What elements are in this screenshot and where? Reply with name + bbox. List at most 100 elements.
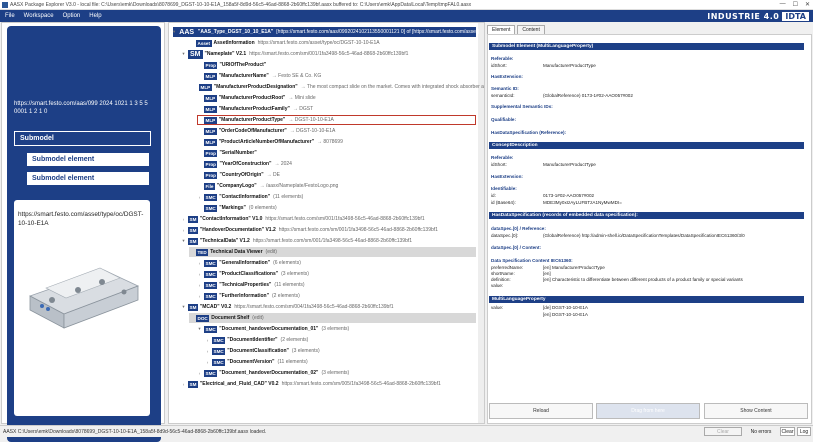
expand-toggle-icon[interactable]: › <box>205 338 210 343</box>
property-group: Data Specification Content IEC61360: <box>491 258 573 263</box>
menu-option[interactable]: Option <box>63 13 81 19</box>
property-value-field[interactable]: [en] DGST-10-10-E1A <box>543 312 588 317</box>
tree-row[interactable]: Prop "SerialNumber" <box>197 148 476 158</box>
element-value: → The most compact slide on the market. … <box>300 84 485 90</box>
tree-row[interactable]: › SMC "ContactInformation" (11 elements) <box>197 192 476 202</box>
tree-row[interactable]: › SMC "GeneralInformation" (6 elements) <box>197 258 476 268</box>
menu-help[interactable]: Help <box>89 13 101 19</box>
tree-row[interactable]: MLP "ProductArticleNumberOfManufacturer" →… <box>197 137 476 147</box>
tree-row[interactable]: Prop "CountryOfOrigin" → DE <box>197 170 476 180</box>
expand-toggle-icon[interactable]: › <box>205 360 210 365</box>
tree-row[interactable]: Prop "YearOfConstruction" → 2024 <box>197 159 476 169</box>
tree-row[interactable]: › SMC "FurtherInformation" (2 elements) <box>197 291 476 301</box>
tree-row[interactable]: MLP "OrderCodeOfManufacturer" → DGST-10-10… <box>197 126 476 136</box>
tree-row[interactable]: ▾ SM "TechnicalData" V1.2 https://smart.fes… <box>181 236 476 246</box>
element-name: "DocumentVersion" <box>227 359 275 365</box>
element-type-badge: Prop <box>204 61 218 69</box>
tree-row[interactable]: TED Technical Data Viewer (edit) <box>189 247 476 257</box>
property-value-field[interactable]: 0173-1#02-AAO057#002 <box>543 193 594 198</box>
element-value: (6 elements) <box>273 260 301 266</box>
element-name: "Markings" <box>219 205 246 211</box>
expand-toggle-icon[interactable]: › <box>181 228 186 233</box>
log-button[interactable]: Log <box>797 427 811 436</box>
property-value-field[interactable]: ManufacturerProductType <box>543 63 596 68</box>
property-group-label: Supplemental Semantic IDs: <box>491 104 553 109</box>
tree-row[interactable]: › SM "Electrical_and_Fluid_CAD" V0.2 https:… <box>181 379 476 389</box>
element-type-badge: MLP <box>204 72 217 80</box>
expand-toggle-icon[interactable]: › <box>197 371 202 376</box>
tree-row[interactable]: › SMC "ProductClassifications" (3 elements) <box>197 269 476 279</box>
tree-row[interactable]: › SMC "TechnicalProperties" (11 elements) <box>197 280 476 290</box>
tree-row[interactable]: DOC Document Shelf (edit) <box>189 313 476 323</box>
element-type-badge: SM <box>188 226 198 234</box>
window-title: AASX Package Explorer V3.0 - local file:… <box>10 2 472 8</box>
element-type-badge: SM <box>188 237 198 245</box>
tree-row[interactable]: › SMC "DocumentIdentifier" (2 elements) <box>205 335 476 345</box>
property-value-field[interactable]: ManufacturerProductType <box>543 162 596 167</box>
expand-toggle-icon[interactable]: ▾ <box>197 326 202 332</box>
tree-row[interactable]: SMC "Markings" (0 elements) <box>197 203 476 213</box>
tree-row[interactable]: MLP "ManufacturerProductType" → DGST-10-10… <box>197 115 476 125</box>
property-value-field[interactable]: [en] ManufacturerProductType <box>543 265 605 270</box>
property-group-label: Identifiable: <box>491 186 517 191</box>
property-key: idShort: <box>491 162 507 167</box>
element-name: Technical Data Viewer <box>210 249 263 255</box>
element-type-badge: File <box>204 182 215 190</box>
property-section-header: Submodel Element (MultiLanguageProperty) <box>489 43 804 50</box>
tree-row[interactable]: MLP "ManufacturerName" → Festo SE & Co. KG <box>197 71 476 81</box>
clear-messages-button[interactable]: Clear <box>704 427 742 436</box>
expand-toggle-icon[interactable]: ▾ <box>173 29 175 35</box>
tree-row[interactable]: Prop "URIOfTheProduct" <box>197 60 476 70</box>
property-group-label: dataSpec.[0] / Content: <box>491 245 542 250</box>
menu-workspace[interactable]: Workspace <box>24 13 54 19</box>
property-value-field[interactable]: (GlobalReference) http://admin-shell.io/… <box>543 233 745 238</box>
expand-toggle-icon[interactable]: › <box>197 261 202 266</box>
expand-toggle-icon[interactable]: › <box>197 195 202 200</box>
property-value-field[interactable]: (GlobalReference) 0173-1#02-AAO057#002 <box>543 93 633 98</box>
tree-row[interactable]: › SMC "DocumentClassification" (3 elements) <box>205 346 476 356</box>
property-section-header: ConceptDescription <box>489 142 804 149</box>
tree-row[interactable]: ▾ SMC "Document_handoverDocumentation_01"(… <box>197 324 476 334</box>
tree-row[interactable]: MLP "ManufacturerProductDesignation" → The… <box>197 82 484 92</box>
expand-toggle-icon[interactable]: › <box>205 349 210 354</box>
aas-tree-view[interactable]: ▾ AAS "AAS_Type_DGST_10_10_E1A" [https://sm… <box>168 22 485 424</box>
reload-button[interactable]: Reload <box>489 403 593 419</box>
expand-toggle-icon[interactable]: ▾ <box>181 238 186 244</box>
property-value-field[interactable]: [en] <box>543 271 551 276</box>
tree-row[interactable]: Asset AssetInformation https://smart.festo… <box>189 38 476 48</box>
tree-row[interactable]: › SMC "Document_handoverDocumentation_02"(… <box>197 368 476 378</box>
property-group-label: Data Specification Content IEC61360: <box>491 258 573 263</box>
tree-row[interactable]: ▾ AAS "AAS_Type_DGST_10_10_E1A" [https://sm… <box>173 27 479 37</box>
tree-row[interactable]: › SM "HandoverDocumentation" V1.2 https://s… <box>181 225 476 235</box>
expand-toggle-icon[interactable]: ▾ <box>181 51 186 57</box>
expand-toggle-icon[interactable]: › <box>181 217 186 222</box>
tree-row[interactable]: MLP "ManufacturerProductRoot" → Mini slide <box>197 93 476 103</box>
expand-toggle-icon[interactable]: › <box>197 283 202 288</box>
expand-toggle-icon[interactable]: ▾ <box>181 304 186 310</box>
tree-row[interactable]: MLP "ManufacturerProductFamily" → DGST <box>197 104 476 114</box>
tree-row[interactable]: › SM "ContactInformation" V1.0 https://smar… <box>181 214 476 224</box>
property-group-label: dataSpec.[0] / Reference: <box>491 226 546 231</box>
show-content-button[interactable]: Show Content <box>704 403 808 419</box>
submodel-element-box: Submodel element <box>27 172 149 185</box>
property-value-field[interactable]: [de] DGST-10-10-E1A <box>543 305 588 310</box>
drag-from-here-button[interactable]: Drag from here <box>596 403 700 419</box>
property-group: Supplemental Semantic IDs: <box>491 104 553 109</box>
property-key: preferredName: <box>491 265 524 270</box>
property-key: value: <box>491 305 504 310</box>
menu-file[interactable]: File <box>5 13 15 19</box>
element-name: "Nameplate" V2.1 <box>204 51 247 57</box>
minimize-icon[interactable]: — <box>780 1 786 8</box>
expand-toggle-icon[interactable]: › <box>197 294 202 299</box>
property-value-field[interactable]: [en] Characteristic to differentiate bet… <box>543 277 743 282</box>
maximize-icon[interactable]: ☐ <box>793 1 798 8</box>
tree-row[interactable]: File "CompanyLogo" → /aasx/Nameplate/Festo… <box>197 181 476 191</box>
close-icon[interactable]: ✕ <box>805 1 810 8</box>
tree-row[interactable]: ▾ SM "Nameplate" V2.1 https://smart.festo.c… <box>181 49 476 59</box>
property-value-field[interactable]: MDE3My0xIzAyLUFBTzA1NyMwMDI= <box>543 200 622 205</box>
tree-row[interactable]: › SMC "DocumentVersion" (11 elements) <box>205 357 476 367</box>
expand-toggle-icon[interactable]: › <box>181 382 186 387</box>
expand-toggle-icon[interactable]: › <box>197 272 202 277</box>
clear-button[interactable]: Clear <box>780 427 795 436</box>
tree-row[interactable]: ▾ SM "MCAD" V0.2 https://smart.festo.com/sm… <box>181 302 476 312</box>
